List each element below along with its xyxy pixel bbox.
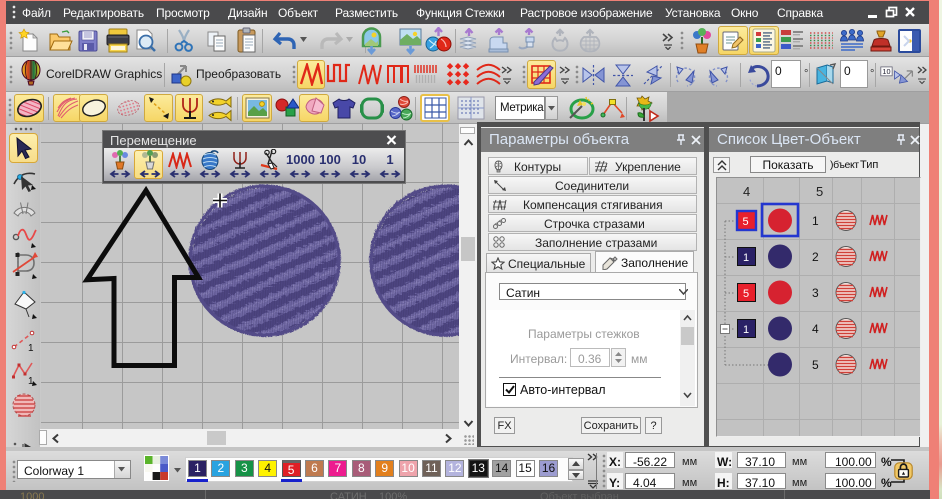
svg-text:1: 1 [812, 214, 819, 228]
svg-text:4: 4 [743, 184, 750, 199]
svg-text:3: 3 [812, 286, 819, 300]
svg-text:5: 5 [743, 216, 749, 228]
svg-text:5: 5 [812, 358, 819, 372]
svg-text:5: 5 [743, 288, 749, 300]
svg-text:10: 10 [882, 67, 890, 76]
svg-text:2: 2 [812, 250, 819, 264]
svg-text:1: 1 [743, 324, 749, 336]
svg-text:1: 1 [743, 252, 749, 264]
svg-text:1: 1 [28, 343, 34, 354]
svg-text:4: 4 [812, 322, 819, 336]
svg-text:5: 5 [816, 184, 823, 199]
